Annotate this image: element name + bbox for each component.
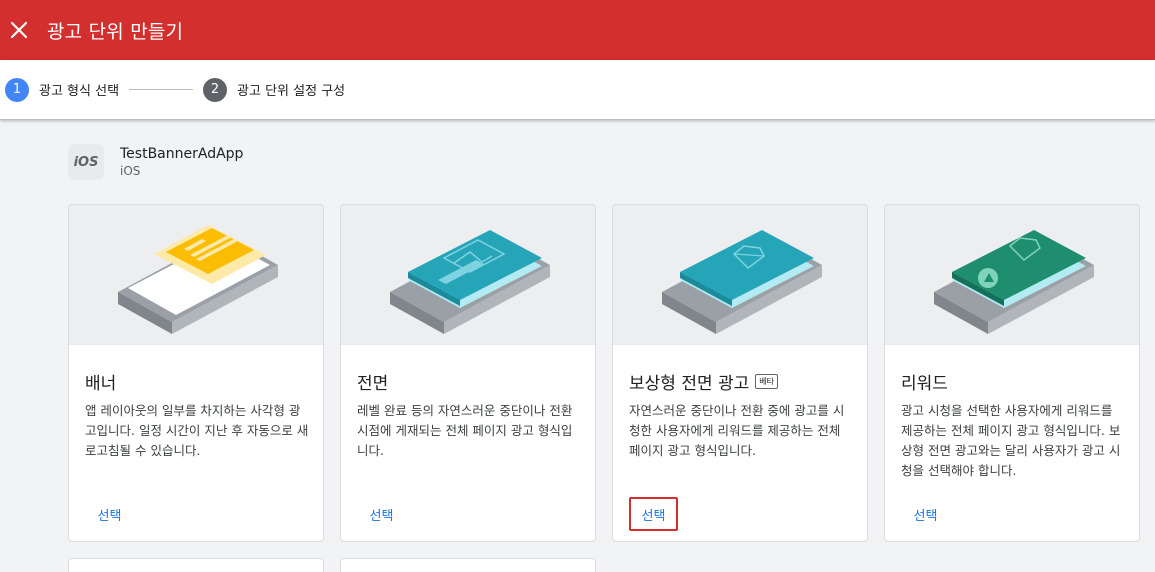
step-2[interactable]: 2 광고 단위 설정 구성: [203, 77, 346, 102]
card-title-text: 리워드: [901, 374, 948, 394]
card-title-text: 전면: [357, 374, 389, 394]
step-2-label: 광고 단위 설정 구성: [237, 84, 346, 99]
card-title: 배너: [85, 369, 116, 394]
ios-app-icon: iOS: [68, 144, 104, 180]
step-1[interactable]: 1 광고 형식 선택: [5, 77, 120, 102]
step-1-number: 1: [5, 77, 29, 102]
rewarded-illustration: [885, 205, 1139, 345]
interstitial-illustration: [341, 205, 595, 345]
rewarded-interstitial-illustration: [613, 205, 867, 345]
select-rewarded-button[interactable]: 선택: [901, 497, 950, 531]
format-card-partial: [68, 558, 324, 572]
beta-badge: 베타: [755, 374, 779, 389]
card-title: 보상형 전면 광고 베타: [629, 369, 779, 394]
app-platform: iOS: [120, 164, 141, 178]
step-2-number: 2: [203, 77, 228, 102]
app-icon-text: iOS: [73, 154, 99, 170]
format-card-rewarded-interstitial: 보상형 전면 광고 베타 자연스러운 중단이나 전환 중에 광고를 시청한 사용…: [612, 204, 868, 542]
card-description: 앱 레이아웃의 일부를 차지하는 사각형 광고입니다. 일정 시간이 지난 후 …: [85, 403, 309, 458]
format-card-partial: [340, 558, 596, 572]
card-title-text: 보상형 전면 광고: [629, 374, 750, 394]
card-description: 레벨 완료 등의 자연스러운 중단이나 전환 시점에 게재되는 전체 페이지 광…: [357, 403, 573, 458]
select-interstitial-button[interactable]: 선택: [357, 497, 406, 531]
card-title: 리워드: [901, 369, 948, 394]
close-icon: [10, 21, 28, 39]
card-description: 광고 시청을 선택한 사용자에게 리워드를 제공하는 전체 페이지 광고 형식입…: [901, 403, 1121, 478]
select-rewarded-interstitial-button[interactable]: 선택: [629, 497, 678, 531]
banner-illustration: [69, 205, 323, 345]
select-banner-button[interactable]: 선택: [85, 497, 134, 531]
format-card-interstitial: 전면 레벨 완료 등의 자연스러운 중단이나 전환 시점에 게재되는 전체 페이…: [340, 204, 596, 542]
app-info: iOS TestBannerAdApp iOS: [68, 144, 243, 180]
card-title-text: 배너: [85, 374, 117, 394]
step-1-label: 광고 형식 선택: [39, 84, 120, 99]
app-name: TestBannerAdApp: [120, 146, 244, 162]
stepper: 1 광고 형식 선택 2 광고 단위 설정 구성: [0, 60, 1155, 120]
close-button[interactable]: [0, 11, 38, 49]
page-title: 광고 단위 만들기: [47, 20, 184, 43]
card-title: 전면: [357, 369, 388, 394]
format-card-banner: 배너 앱 레이아웃의 일부를 차지하는 사각형 광고입니다. 일정 시간이 지난…: [68, 204, 324, 542]
format-card-rewarded: 리워드 광고 시청을 선택한 사용자에게 리워드를 제공하는 전체 페이지 광고…: [884, 204, 1140, 542]
top-app-bar: 광고 단위 만들기: [0, 0, 1155, 60]
card-description: 자연스러운 중단이나 전환 중에 광고를 시청한 사용자에게 리워드를 제공하는…: [629, 403, 845, 458]
step-connector: [129, 89, 194, 90]
